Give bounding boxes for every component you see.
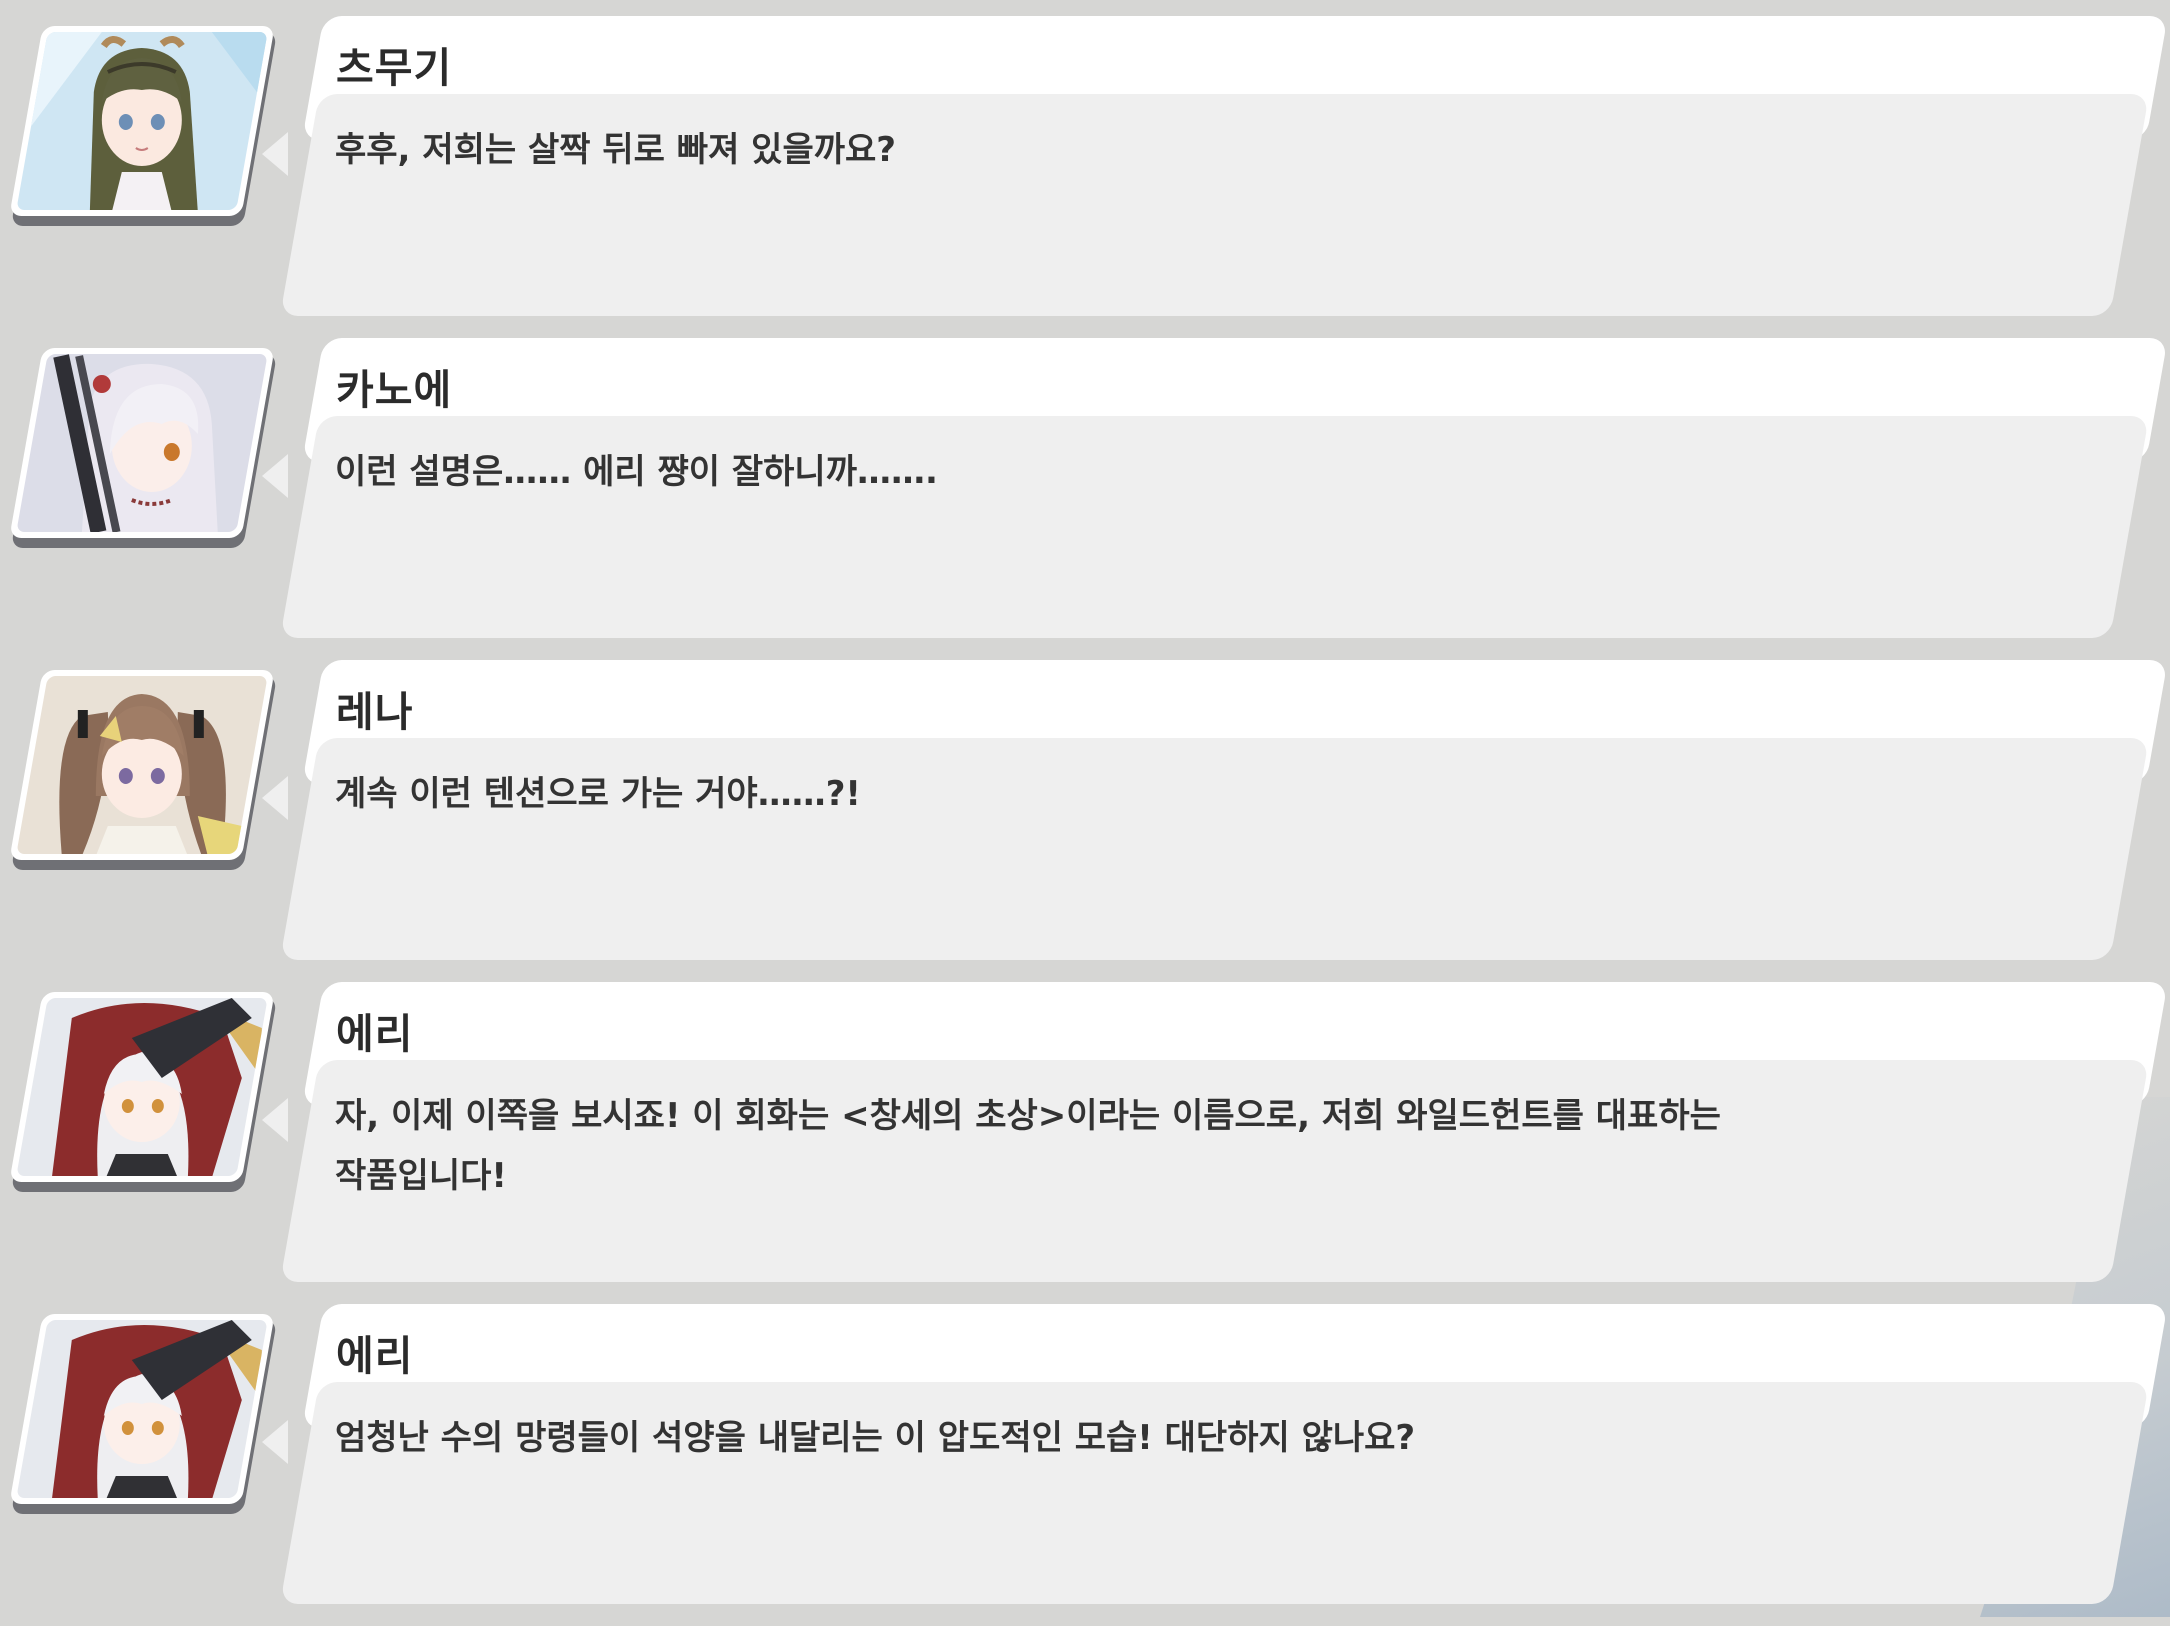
speech-pointer (262, 1098, 288, 1142)
dialogue-text: 이런 설명은…… 에리 쨩이 잘하니까……. (335, 452, 938, 492)
avatar-frame (9, 26, 275, 216)
dialogue-text: 계속 이런 텐션으로 가는 거야……?! (335, 774, 861, 814)
speaker-name: 츠무기 (336, 44, 453, 92)
log-entry: 레나 계속 이런 텐션으로 가는 거야……?! (0, 660, 2170, 982)
kanoe-portrait-icon (16, 354, 268, 532)
speaker-name: 에리 (336, 1010, 414, 1058)
avatar (9, 992, 278, 1192)
eri-portrait-icon (16, 998, 268, 1176)
speech-pointer (262, 132, 288, 176)
speech-pointer (262, 1420, 288, 1464)
dialogue-log[interactable]: 츠무기 후후, 저희는 살짝 뒤로 빠져 있을까요? 카노에 이런 설명은…… … (0, 0, 2170, 1617)
avatar (9, 1314, 278, 1514)
avatar-frame (9, 992, 275, 1182)
speaker-name: 에리 (336, 1332, 414, 1380)
avatar (9, 670, 278, 870)
log-entry: 에리 자, 이제 이쪽을 보시죠! 이 회화는 <창세의 초상>이라는 이름으로… (0, 982, 2170, 1304)
avatar-frame (9, 670, 275, 860)
rena-portrait-icon (16, 676, 268, 854)
dialogue-text: 후후, 저희는 살짝 뒤로 빠져 있을까요? (335, 130, 897, 170)
speaker-name: 카노에 (336, 366, 453, 414)
avatar-frame (9, 1314, 275, 1504)
speaker-name: 레나 (336, 688, 414, 736)
speech-pointer (262, 776, 288, 820)
avatar-frame (9, 348, 275, 538)
tsumugi-portrait-icon (16, 32, 268, 210)
avatar (9, 348, 278, 548)
avatar (9, 26, 278, 226)
dialogue-text: 엄청난 수의 망령들이 석양을 내달리는 이 압도적인 모습! 대단하지 않나요… (335, 1418, 1416, 1458)
log-entry: 츠무기 후후, 저희는 살짝 뒤로 빠져 있을까요? (0, 16, 2170, 338)
eri-portrait-icon (16, 1320, 268, 1498)
speech-pointer (262, 454, 288, 498)
log-entry: 카노에 이런 설명은…… 에리 쨩이 잘하니까……. (0, 338, 2170, 660)
dialogue-text: 자, 이제 이쪽을 보시죠! 이 회화는 <창세의 초상>이라는 이름으로, 저… (335, 1096, 1721, 1196)
log-entry: 에리 엄청난 수의 망령들이 석양을 내달리는 이 압도적인 모습! 대단하지 … (0, 1304, 2170, 1626)
